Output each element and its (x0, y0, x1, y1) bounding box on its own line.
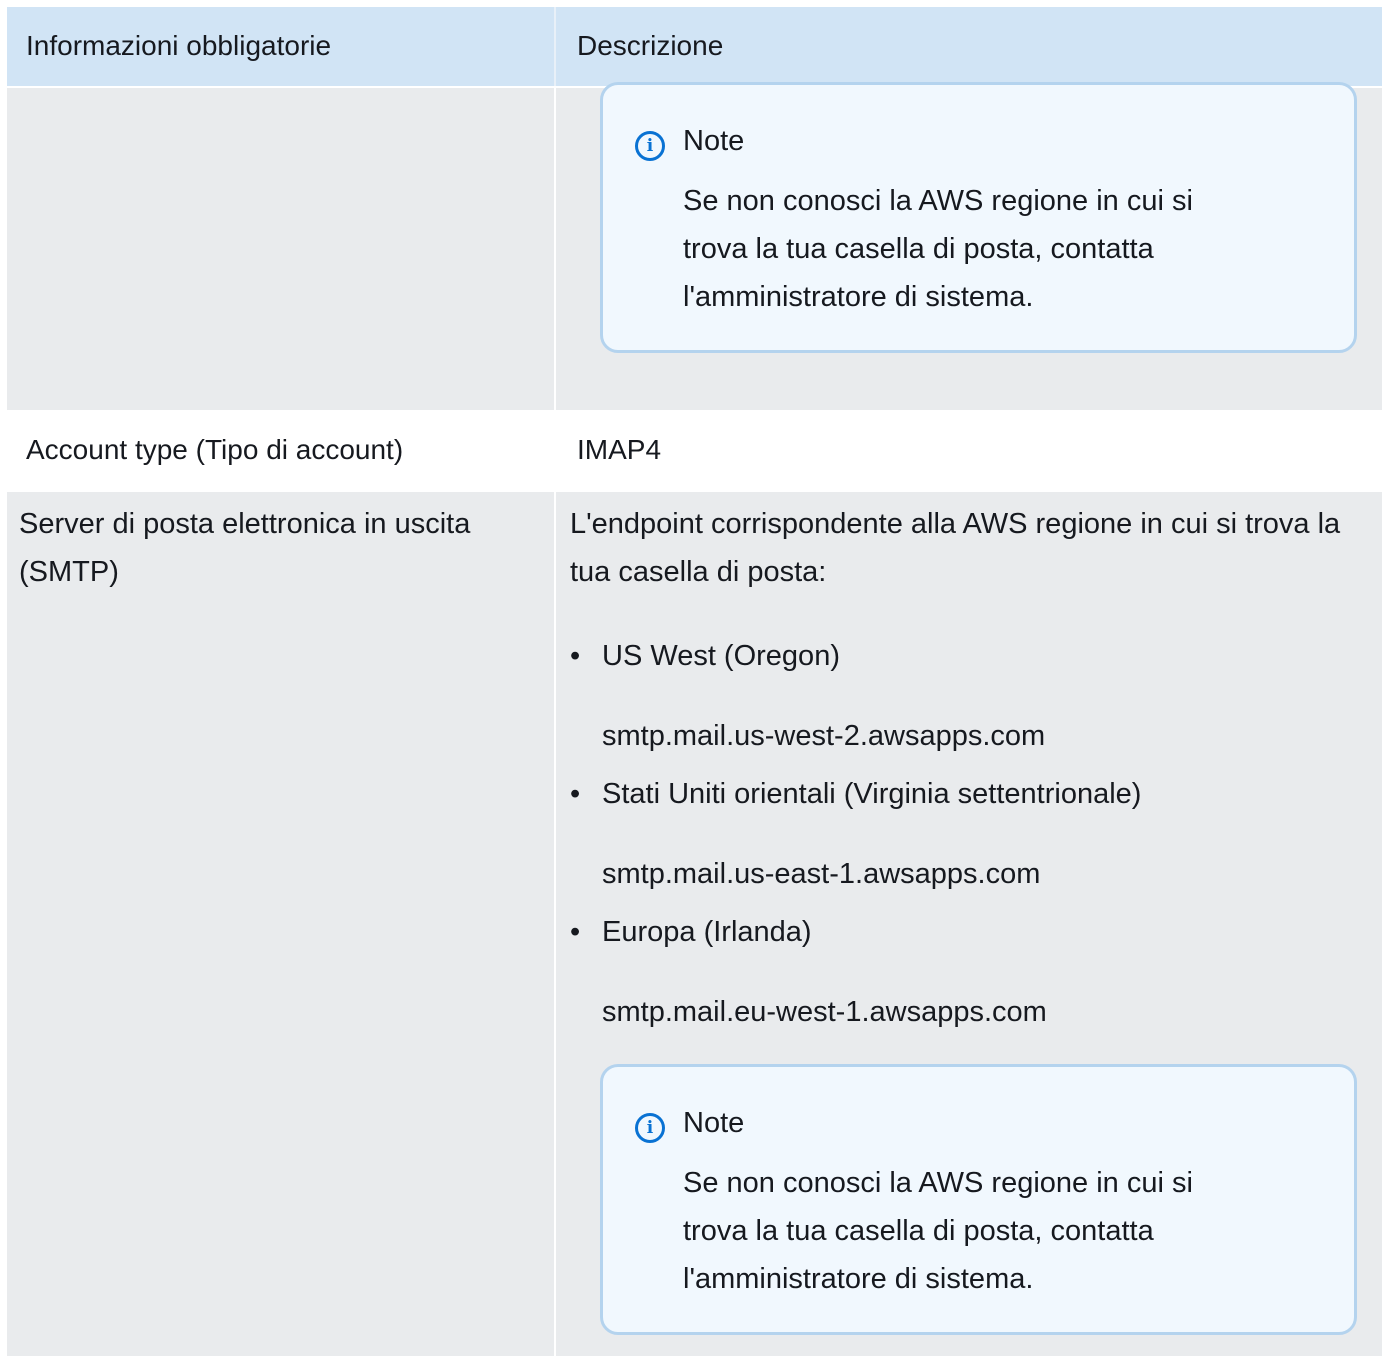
bullet: • (570, 916, 581, 948)
header-required-info: Informazioni obbligatorie (7, 7, 556, 86)
endpoint-text: smtp.mail.us-east-1.awsapps.com (602, 858, 1041, 890)
table-header-row: Informazioni obbligatorie Descrizione (7, 7, 1382, 86)
list-item-region: • Stati Uniti orientali (Virginia settent… (570, 774, 1141, 814)
region-name: Europa (Irlanda) (602, 916, 812, 948)
note-callout-top: i Note Se non conosci la AWS regione in … (600, 82, 1357, 353)
note-text: Se non conosci la AWS regione in cui si … (683, 185, 1193, 313)
note-title: Note (683, 1107, 745, 1139)
table-row-account-type: Account type (Tipo di account) IMAP4 (7, 410, 1382, 492)
list-item-region: • Europa (Irlanda) (570, 912, 812, 952)
info-icon: i (635, 131, 665, 161)
note-title: Note (683, 125, 745, 157)
info-icon: i (635, 1113, 665, 1143)
smtp-description: L'endpoint corrispondente alla AWS regio… (570, 508, 1341, 588)
endpoint-text: smtp.mail.eu-west-1.awsapps.com (602, 996, 1047, 1028)
list-item-region: • US West (Oregon) (570, 636, 840, 676)
header-description: Descrizione (577, 30, 724, 61)
account-type-label: Account type (Tipo di account) (7, 410, 556, 492)
region-name: Stati Uniti orientali (Virginia settentr… (602, 778, 1142, 810)
account-type-value: IMAP4 (577, 434, 662, 465)
note-callout-bottom: i Note Se non conosci la AWS regione in … (600, 1064, 1357, 1335)
smtp-label: Server di posta elettronica in uscita (S… (19, 508, 471, 588)
endpoint-text: smtp.mail.us-west-2.awsapps.com (602, 720, 1046, 752)
bullet: • (570, 640, 581, 672)
note-text: Se non conosci la AWS regione in cui si … (683, 1167, 1193, 1295)
bullet: • (570, 778, 581, 810)
region-name: US West (Oregon) (602, 640, 840, 672)
